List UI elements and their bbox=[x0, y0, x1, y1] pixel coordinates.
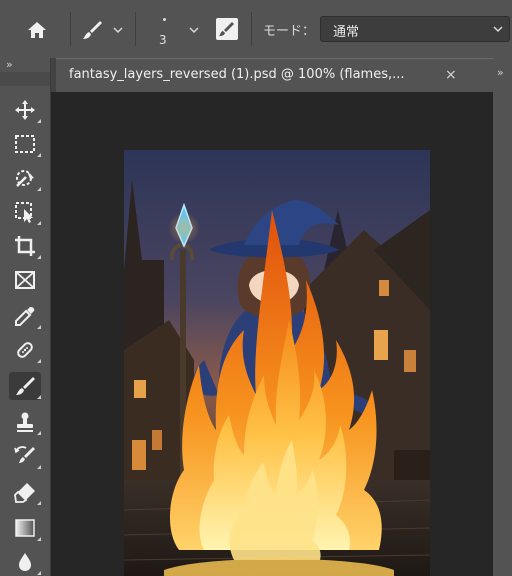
brush-icon bbox=[16, 377, 35, 395]
frame-tool[interactable] bbox=[9, 266, 41, 294]
chevron-down-icon bbox=[113, 26, 123, 33]
object-selection-icon bbox=[16, 170, 34, 187]
artwork-image bbox=[124, 150, 430, 576]
history-brush-tool[interactable] bbox=[9, 442, 41, 470]
brush-size-dropdown[interactable] bbox=[186, 22, 202, 38]
eraser-icon bbox=[14, 483, 35, 503]
chevron-down-icon bbox=[493, 26, 503, 33]
stamp-icon bbox=[17, 412, 33, 432]
eyedropper-tool[interactable] bbox=[9, 302, 41, 330]
brush-size-value[interactable]: 3 bbox=[159, 33, 167, 47]
separator bbox=[70, 12, 71, 46]
selection-cursor-icon bbox=[15, 202, 33, 223]
document-canvas[interactable] bbox=[124, 150, 430, 576]
eyedropper-icon bbox=[15, 307, 35, 326]
eraser-tool[interactable] bbox=[9, 478, 41, 506]
healing-bandage-icon bbox=[17, 342, 33, 358]
separator bbox=[135, 12, 136, 46]
right-panel-dock: » bbox=[493, 58, 512, 576]
brush-settings-icon bbox=[216, 18, 238, 40]
close-tab-button[interactable]: × bbox=[445, 67, 457, 83]
options-bar: 3 モード： 通常 bbox=[0, 0, 512, 59]
gradient-icon bbox=[15, 519, 35, 537]
move-icon bbox=[15, 100, 35, 120]
brush-preset-button[interactable] bbox=[78, 18, 106, 42]
brush-settings-panel-button[interactable] bbox=[214, 16, 240, 42]
history-brush-icon bbox=[14, 446, 35, 463]
blur-droplet-icon bbox=[19, 553, 31, 571]
tools-panel: » bbox=[0, 58, 51, 576]
expand-panels-icon[interactable]: » bbox=[497, 66, 504, 79]
brush-tool[interactable] bbox=[9, 372, 41, 400]
crop-tool[interactable] bbox=[9, 232, 41, 260]
clone-stamp-tool[interactable] bbox=[9, 408, 41, 436]
document-tab-title: fantasy_layers_reversed (1).psd @ 100% (… bbox=[69, 67, 405, 82]
blur-tool[interactable] bbox=[9, 548, 41, 576]
frame-icon bbox=[15, 271, 35, 289]
spot-healing-brush-tool[interactable] bbox=[9, 336, 41, 364]
chevron-down-icon bbox=[189, 26, 199, 33]
collapse-panel-icon[interactable]: » bbox=[6, 58, 13, 71]
brush-preset-dropdown[interactable] bbox=[110, 22, 126, 38]
blend-mode-select[interactable]: 通常 bbox=[320, 16, 510, 42]
document-tab-bar: fantasy_layers_reversed (1).psd @ 100% (… bbox=[51, 58, 512, 92]
brush-size-preview-dot bbox=[163, 18, 166, 21]
panel-grip[interactable] bbox=[0, 72, 50, 86]
selection-brush-tool[interactable] bbox=[9, 198, 41, 226]
blend-mode-value: 通常 bbox=[333, 25, 360, 40]
marquee-icon bbox=[15, 135, 35, 153]
brush-icon bbox=[83, 21, 102, 39]
home-icon bbox=[28, 22, 46, 38]
object-selection-tool[interactable] bbox=[9, 164, 41, 192]
gradient-tool[interactable] bbox=[9, 514, 41, 542]
crop-icon bbox=[15, 236, 35, 256]
mode-label: モード： bbox=[263, 24, 316, 39]
move-tool[interactable] bbox=[9, 96, 41, 124]
document-tab[interactable]: fantasy_layers_reversed (1).psd @ 100% (… bbox=[56, 58, 512, 92]
home-button[interactable] bbox=[24, 18, 50, 42]
separator bbox=[251, 12, 252, 46]
canvas-workspace[interactable] bbox=[55, 92, 493, 576]
rectangular-marquee-tool[interactable] bbox=[9, 130, 41, 158]
